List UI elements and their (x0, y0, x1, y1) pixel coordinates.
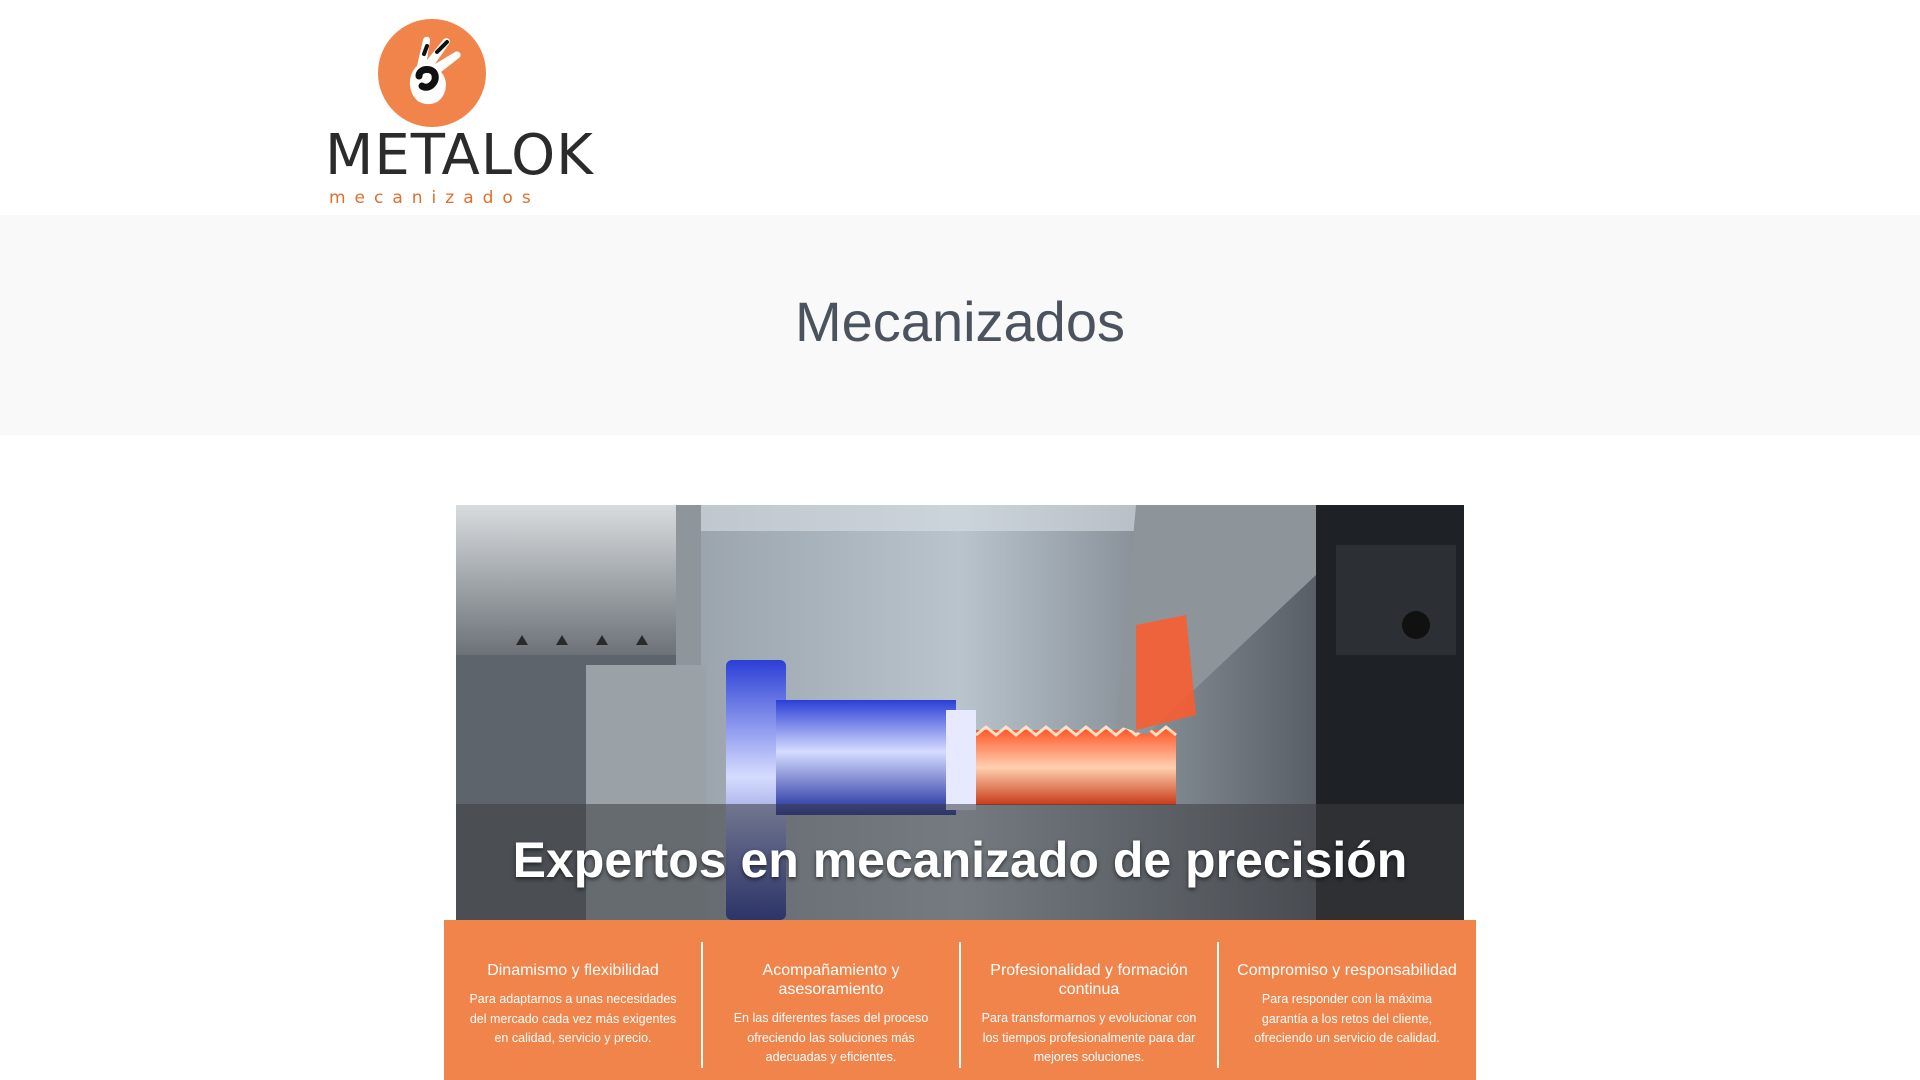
site-header: METALOK mecanizados (0, 0, 1920, 215)
feature-title: Dinamismo y flexibilidad (487, 962, 659, 979)
page-title: Mecanizados (795, 290, 1125, 353)
feature-title: Compromiso y responsabilidad (1237, 962, 1457, 979)
hero-banner: Expertos en mecanizado de precisión (456, 505, 1464, 920)
feature-card: Compromiso y responsabilidad Para respon… (1217, 940, 1476, 1068)
feature-card: Dinamismo y flexibilidad Para adaptarnos… (444, 940, 702, 1068)
feature-text: Para adaptarnos a unas necesidades del m… (469, 992, 677, 1045)
feature-text: Para responder con la máxima garantía a … (1254, 992, 1440, 1045)
hand-ok-logo-icon (378, 19, 486, 127)
feature-card: Profesionalidad y formación continua Par… (959, 940, 1218, 1068)
features-band: Dinamismo y flexibilidad Para adaptarnos… (444, 920, 1476, 1080)
feature-text: Para transformarnos y evolucionar con lo… (981, 1011, 1197, 1064)
feature-title: Profesionalidad y formación continua (990, 962, 1188, 998)
feature-title: Acompañamiento y asesoramiento (762, 962, 900, 998)
feature-text: En las diferentes fases del proceso ofre… (733, 1011, 929, 1064)
site-logo[interactable]: METALOK mecanizados (325, 16, 594, 208)
logo-brand-text: METALOK (325, 123, 594, 188)
hero-caption: Expertos en mecanizado de precisión (512, 832, 1408, 888)
feature-card: Acompañamiento y asesoramiento En las di… (701, 940, 960, 1068)
logo-tagline: mecanizados (329, 188, 540, 208)
